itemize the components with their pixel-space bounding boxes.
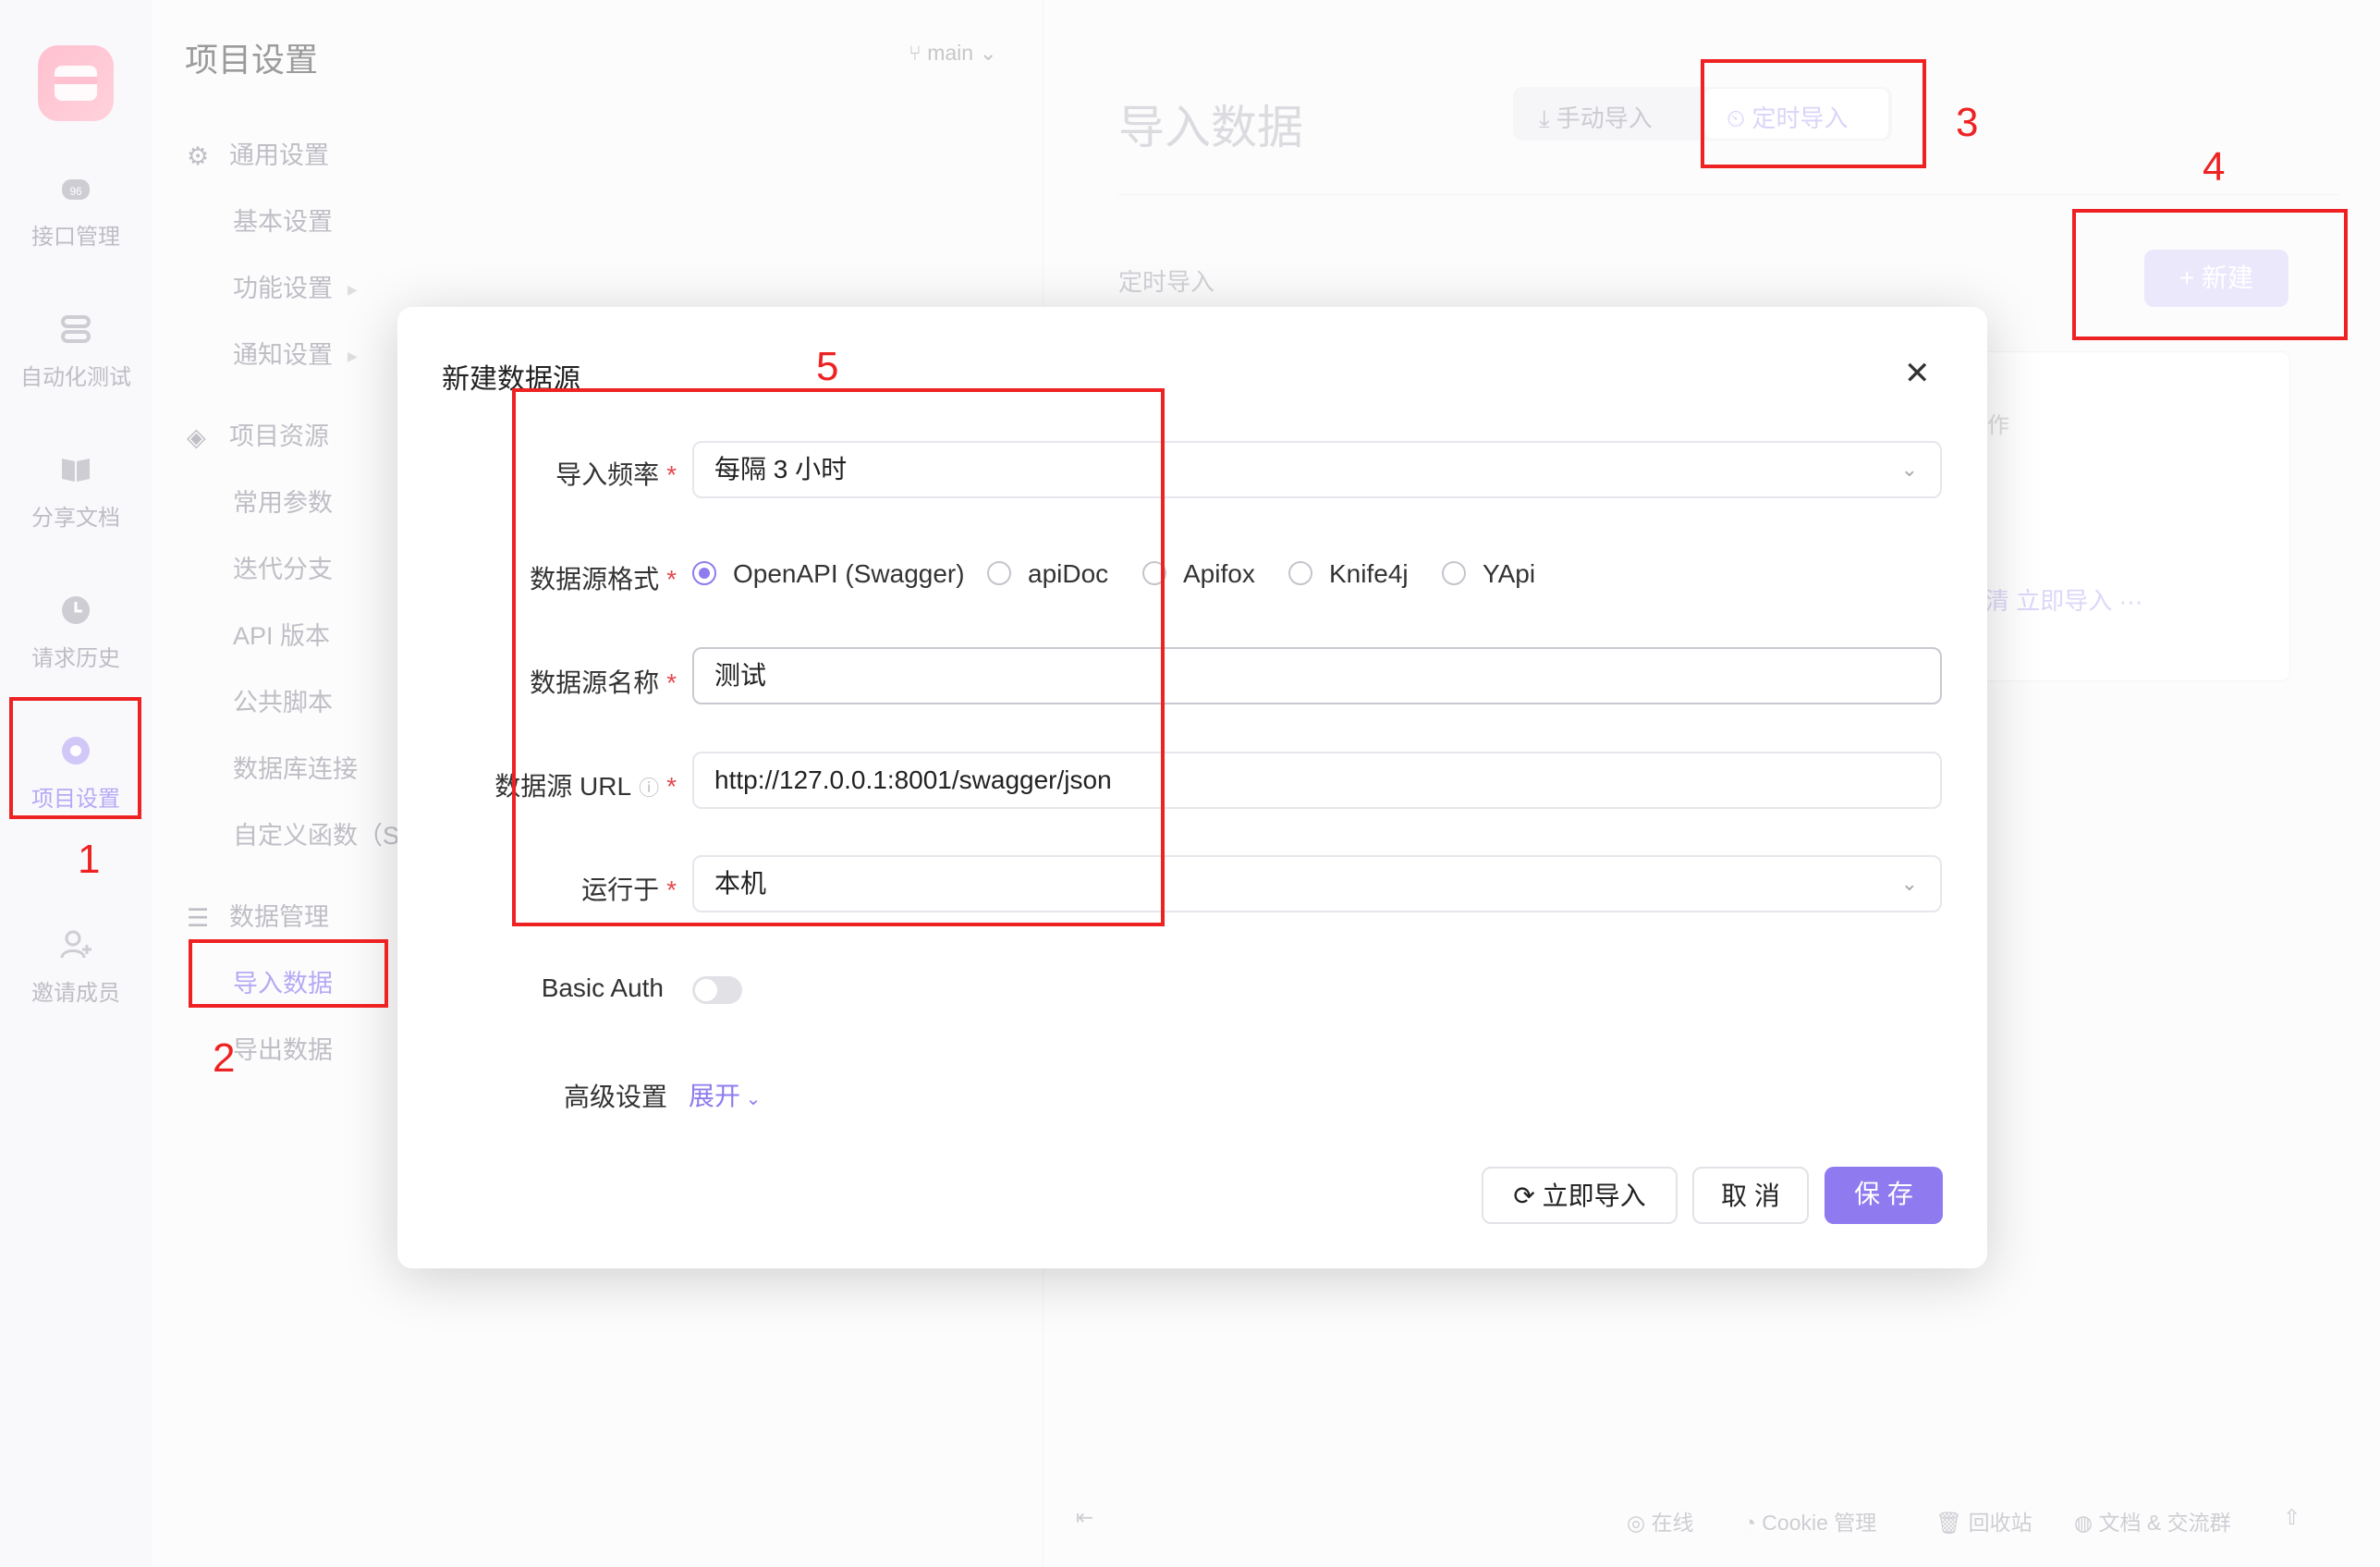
radio-circle — [1442, 560, 1466, 585]
radio-circle — [1288, 560, 1312, 585]
annotation-number-4: 4 — [2203, 144, 2226, 190]
cancel-button[interactable]: 取 消 — [1692, 1167, 1809, 1224]
basic-auth-label: Basic Auth — [541, 973, 664, 1002]
save-button[interactable]: 保 存 — [1825, 1167, 1943, 1224]
import-now-button[interactable]: ⟳ 立即导入 — [1482, 1167, 1678, 1224]
annotation-box-5 — [512, 388, 1165, 926]
annotation-number-3: 3 — [1956, 100, 1979, 145]
chevron-down-icon: ⌄ — [740, 1089, 762, 1109]
button-label: 立即导入 — [1542, 1181, 1646, 1210]
annotation-box-4 — [2072, 209, 2348, 340]
advanced-label: 高级设置 — [563, 1083, 667, 1111]
annotation-box-3 — [1701, 59, 1926, 168]
basic-auth-toggle[interactable] — [692, 976, 742, 1004]
refresh-icon: ⟳ — [1513, 1181, 1543, 1210]
expand-link[interactable]: 展开 ⌄ — [689, 1076, 761, 1113]
format-radio-yapi[interactable]: YApi — [1442, 559, 1535, 589]
annotation-number-5: 5 — [816, 344, 839, 389]
annotation-number-2: 2 — [213, 1035, 236, 1081]
chevron-down-icon: ⌄ — [1900, 872, 1918, 895]
format-radio-knife4j[interactable]: Knife4j — [1288, 559, 1409, 589]
radio-label: YApi — [1483, 559, 1536, 588]
toggle-knob — [695, 979, 717, 1001]
chevron-down-icon: ⌄ — [1900, 458, 1918, 481]
radio-label: Knife4j — [1329, 559, 1409, 588]
close-icon[interactable]: ✕ — [1904, 355, 1931, 392]
radio-label: Apifox — [1183, 559, 1255, 588]
annotation-number-1: 1 — [78, 837, 101, 882]
annotation-box-2 — [189, 939, 388, 1008]
annotation-box-1 — [9, 697, 141, 819]
link-text: 展开 — [689, 1082, 741, 1110]
